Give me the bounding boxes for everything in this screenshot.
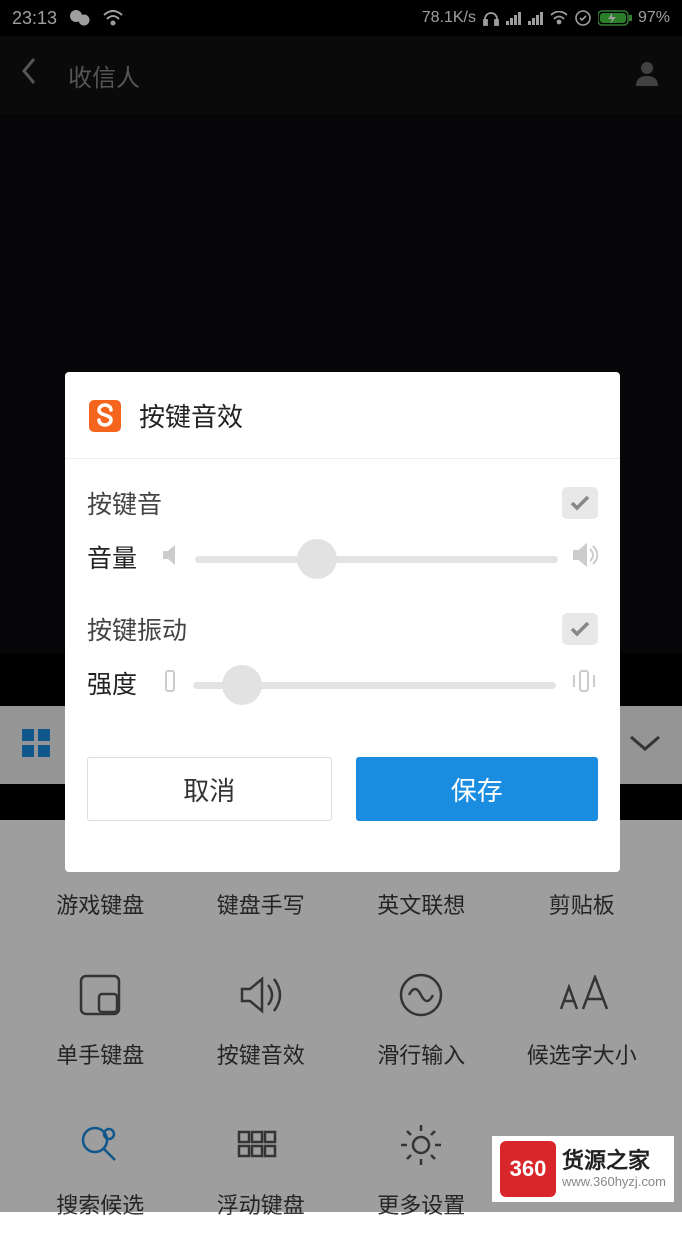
vibrate-low-icon xyxy=(161,668,179,699)
intensity-label: 强度 xyxy=(87,665,147,701)
save-button[interactable]: 保存 xyxy=(356,757,599,821)
sogou-logo-icon xyxy=(87,398,123,434)
volume-high-icon xyxy=(572,543,598,572)
watermark-sub: www.360hyzj.com xyxy=(562,1174,666,1190)
watermark: 360 货源之家 www.360hyzj.com xyxy=(492,1136,674,1202)
sound-label: 按键音 xyxy=(87,485,162,521)
key-sound-dialog: 按键音效 按键音 音量 按键振动 xyxy=(65,372,620,872)
volume-slider[interactable] xyxy=(195,553,558,561)
watermark-main: 货源之家 xyxy=(562,1148,666,1174)
vibrate-checkbox[interactable] xyxy=(562,613,598,645)
vibrate-label: 按键振动 xyxy=(87,611,187,647)
volume-label: 音量 xyxy=(87,539,147,575)
vibrate-high-icon xyxy=(570,668,598,699)
cancel-button[interactable]: 取消 xyxy=(87,757,332,821)
sound-checkbox[interactable] xyxy=(562,487,598,519)
volume-low-icon xyxy=(161,543,181,572)
dialog-title: 按键音效 xyxy=(139,397,243,434)
watermark-badge: 360 xyxy=(500,1141,556,1197)
intensity-slider[interactable] xyxy=(193,679,556,687)
